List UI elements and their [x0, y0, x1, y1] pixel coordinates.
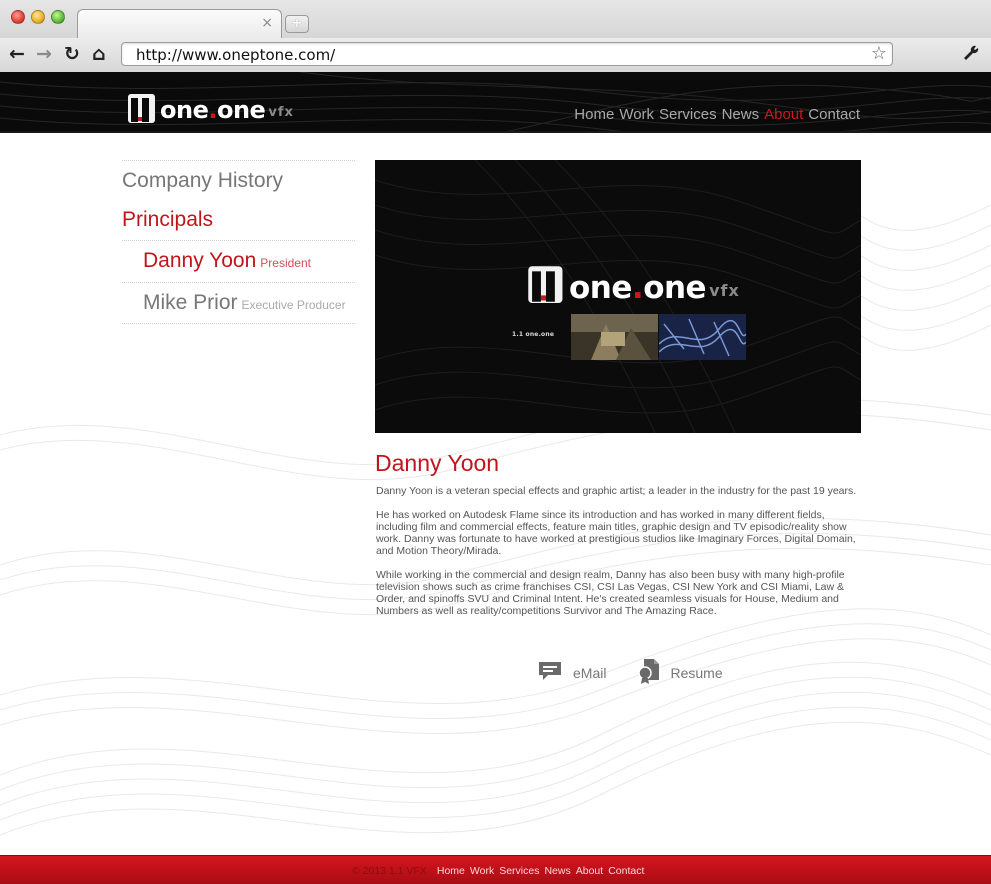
- site-footer: © 2013 1.1 VFX Home Work Services News A…: [0, 855, 991, 884]
- person-name: Mike Prior: [143, 291, 238, 314]
- email-label: eMail: [573, 664, 607, 681]
- sidenav-company-history[interactable]: Company History: [122, 160, 355, 200]
- person-role: Executive Producer: [241, 298, 346, 312]
- hero-logo: one.one vfx: [527, 263, 740, 305]
- footer-link-contact[interactable]: Contact: [608, 865, 644, 877]
- footer-link-services[interactable]: Services: [499, 865, 539, 877]
- bio-paragraph: While working in the commercial and desi…: [376, 569, 845, 617]
- address-bar[interactable]: http://www.oneptone.com/ ☆: [121, 42, 893, 66]
- browser-tab[interactable]: ×: [77, 9, 282, 38]
- footer-link-about[interactable]: About: [576, 865, 603, 877]
- bio-paragraph: Danny Yoon is a veteran special effects …: [376, 485, 857, 497]
- new-tab-button[interactable]: +: [285, 15, 309, 33]
- wrench-menu-icon[interactable]: [962, 43, 980, 67]
- logo-wordmark: one.one: [160, 96, 266, 124]
- profile-name: Danny Yoon: [375, 450, 500, 476]
- sidenav-person-danny-yoon[interactable]: Danny Yoon President: [122, 240, 355, 282]
- person-name: Danny Yoon: [143, 249, 257, 272]
- profile-actions: eMail Resume: [537, 658, 723, 687]
- hero-thumb-robot: [571, 314, 658, 360]
- nav-work[interactable]: Work: [619, 106, 654, 124]
- footer-link-news[interactable]: News: [544, 865, 570, 877]
- email-button[interactable]: eMail: [537, 658, 606, 687]
- footer-links: © 2013 1.1 VFX Home Work Services News A…: [352, 865, 644, 877]
- nav-news[interactable]: News: [722, 106, 760, 124]
- bio-paragraph: He has worked on Autodesk Flame since it…: [376, 509, 856, 557]
- resume-label: Resume: [670, 664, 723, 681]
- footer-link-work[interactable]: Work: [470, 865, 494, 877]
- document-badge-icon: [638, 658, 660, 687]
- hero-logo-mark-icon: [527, 263, 565, 305]
- sidenav-person-mike-prior[interactable]: Mike Prior Executive Producer: [122, 282, 355, 324]
- hero-logo-vfx: vfx: [709, 281, 740, 300]
- nav-contact[interactable]: Contact: [808, 106, 860, 124]
- close-window-button[interactable]: [11, 10, 25, 24]
- nav-services[interactable]: Services: [659, 106, 717, 124]
- tab-close-icon[interactable]: ×: [261, 16, 273, 30]
- footer-copyright: © 2013 1.1 VFX: [352, 865, 427, 877]
- reload-icon[interactable]: ↻: [64, 42, 80, 66]
- person-role: President: [260, 256, 311, 270]
- hero-thumb-logo: 1.1 one.one: [512, 331, 555, 338]
- profile-bio: Danny Yoon is a veteran special effects …: [376, 485, 858, 629]
- bookmark-star-icon[interactable]: ☆: [871, 44, 887, 64]
- main-nav: Home Work Services News About Contact: [574, 106, 860, 124]
- window-controls: [11, 10, 65, 24]
- sidenav-company-history-label: Company History: [122, 169, 284, 192]
- hero-image: one.one vfx 1.1 one.one: [375, 160, 861, 433]
- hero-thumb-abstract: [659, 314, 746, 360]
- site-header: one.one vfx Home Work Services News Abou…: [0, 72, 991, 133]
- sidenav-principals-label: Principals: [122, 208, 214, 231]
- url-text[interactable]: http://www.oneptone.com/: [136, 46, 335, 64]
- resume-button[interactable]: Resume: [638, 658, 723, 687]
- browser-chrome: × + ← → ↻ ⌂ http://www.oneptone.com/ ☆: [0, 0, 991, 72]
- logo-mark-icon: [127, 92, 157, 124]
- nav-about[interactable]: About: [764, 106, 803, 124]
- zoom-window-button[interactable]: [51, 10, 65, 24]
- logo-vfx: vfx: [268, 105, 294, 120]
- footer-link-home[interactable]: Home: [437, 865, 465, 877]
- about-sidenav: Company History Principals Danny Yoon Pre…: [122, 160, 355, 324]
- minimize-window-button[interactable]: [31, 10, 45, 24]
- speech-bubble-icon: [537, 660, 563, 685]
- site-logo[interactable]: one.one vfx: [127, 90, 294, 124]
- nav-home[interactable]: Home: [574, 106, 614, 124]
- home-icon[interactable]: ⌂: [92, 42, 106, 66]
- hero-logo-wordmark: one.one: [569, 270, 707, 306]
- back-icon[interactable]: ←: [9, 42, 25, 66]
- browser-toolbar: ← → ↻ ⌂ http://www.oneptone.com/ ☆: [0, 38, 991, 72]
- sidenav-principals[interactable]: Principals: [122, 200, 355, 240]
- forward-icon[interactable]: →: [36, 42, 52, 66]
